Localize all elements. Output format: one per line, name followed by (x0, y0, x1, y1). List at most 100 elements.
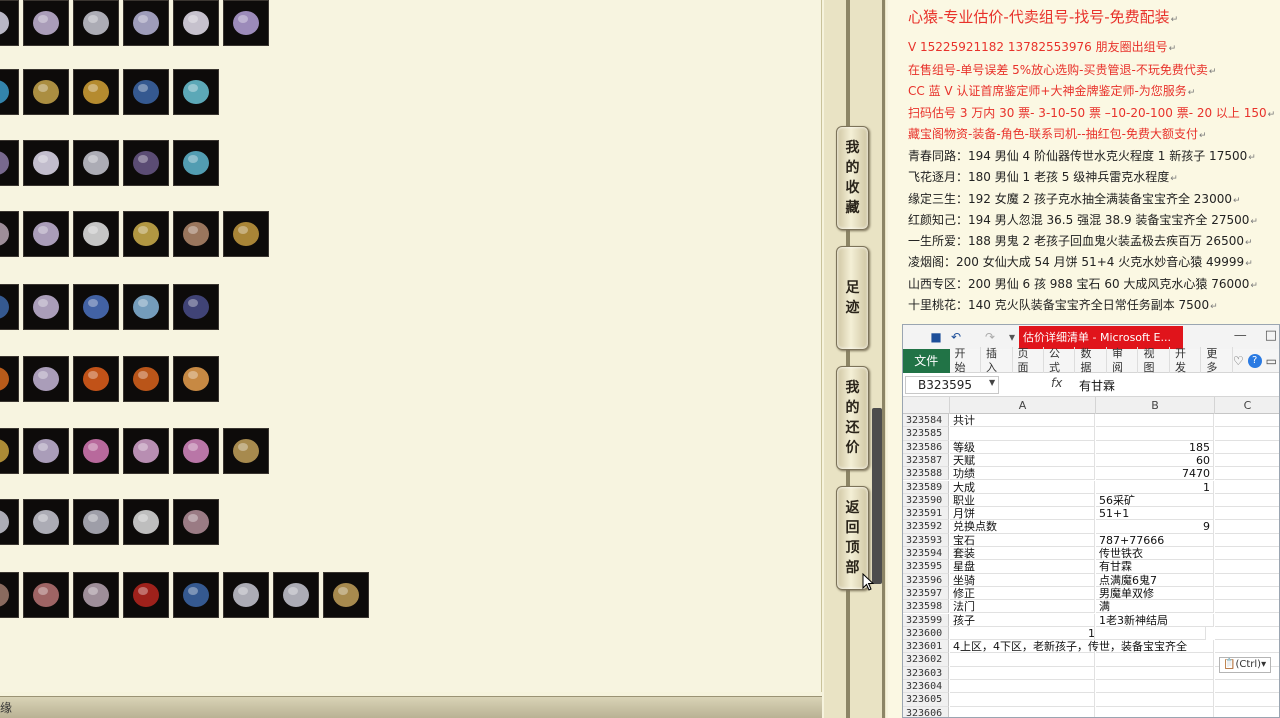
row-header[interactable]: 323591 (903, 507, 949, 521)
cell-b[interactable]: 1 (1088, 626, 1206, 641)
row-header[interactable]: 323588 (903, 467, 949, 481)
gem-icon[interactable] (223, 0, 269, 46)
ring-icon[interactable] (23, 499, 69, 545)
row-header[interactable]: 323603 (903, 666, 949, 680)
cell-c[interactable] (1215, 707, 1279, 717)
bowl-icon[interactable] (73, 69, 119, 115)
cell-c[interactable] (1215, 680, 1279, 694)
ring-icon[interactable] (273, 572, 319, 618)
minimize-icon[interactable]: — (1234, 328, 1247, 343)
veil-icon[interactable] (23, 140, 69, 186)
cell-c[interactable] (1215, 427, 1279, 441)
cell-b[interactable] (1096, 640, 1214, 654)
cell-b[interactable]: 7470 (1096, 467, 1214, 481)
necklace-icon[interactable] (73, 572, 119, 618)
flame-mask-icon[interactable] (73, 356, 119, 402)
cell-a[interactable]: 大成 (950, 480, 1095, 494)
cell-b[interactable]: 787+77666 (1096, 533, 1214, 547)
cell-c[interactable] (1215, 614, 1279, 627)
cell-a[interactable]: 月饼 (950, 507, 1095, 521)
cell-a[interactable] (950, 427, 1095, 441)
chain-icon[interactable] (223, 428, 269, 474)
cell-c[interactable] (1215, 600, 1279, 614)
cell-b[interactable]: 有甘霖 (1096, 560, 1214, 574)
fx-icon[interactable]: fx (1051, 376, 1062, 390)
row-header[interactable]: 323596 (903, 573, 949, 587)
gold-icon[interactable] (0, 428, 19, 474)
cell-a[interactable]: 职业 (950, 493, 1095, 508)
ribbon-tab[interactable]: 视图 (1138, 346, 1170, 375)
cell-a[interactable]: 孩子 (950, 613, 1095, 627)
ribbon-tab[interactable]: 页面 (1013, 346, 1044, 375)
cell-a[interactable]: 套装 (950, 547, 1095, 561)
beads-icon[interactable] (73, 211, 119, 257)
cell-a[interactable]: 修正 (950, 586, 1095, 601)
cape-icon[interactable] (123, 140, 169, 186)
cell-c[interactable] (1215, 494, 1279, 508)
ribbon-tab[interactable]: 开发 (1170, 346, 1202, 375)
ribbon-tab[interactable]: 开始 (950, 346, 982, 375)
ribbon-tab[interactable]: 更多 (1201, 346, 1233, 375)
mantle-icon[interactable] (173, 211, 219, 257)
cell-a[interactable]: 共计 (950, 414, 1095, 428)
collapse-ribbon-icon[interactable]: ▭ (1266, 354, 1277, 368)
cell-a[interactable] (950, 680, 1095, 694)
cell-b[interactable]: 9 (1096, 520, 1214, 534)
cell-b[interactable]: 传世铁衣 (1096, 547, 1214, 561)
cell-c[interactable] (1215, 414, 1279, 428)
column-header[interactable]: C (1215, 397, 1279, 414)
row-header[interactable]: 323587 (903, 453, 949, 468)
helm-icon[interactable] (0, 572, 19, 618)
ring-icon[interactable] (73, 140, 119, 186)
row-header[interactable]: 323604 (903, 680, 949, 694)
fire-icon[interactable] (0, 356, 19, 402)
chevron-down-icon[interactable]: ▼ (989, 378, 995, 387)
name-box[interactable]: B323595 (905, 376, 999, 394)
row-header[interactable]: 323606 (903, 706, 949, 717)
armor-icon[interactable] (173, 572, 219, 618)
save-icon[interactable]: ■ (929, 330, 943, 344)
row-header[interactable]: 323590 (903, 493, 949, 508)
robe-icon[interactable] (23, 356, 69, 402)
mask-icon[interactable] (173, 69, 219, 115)
cell-b[interactable] (1096, 653, 1214, 667)
row-header[interactable]: 323602 (903, 653, 949, 667)
bracer-icon[interactable] (173, 499, 219, 545)
crest-icon[interactable] (23, 69, 69, 115)
ribbon-tab[interactable]: 插入 (981, 346, 1013, 375)
row-header[interactable]: 323599 (903, 613, 949, 627)
side-btn-favorites[interactable]: 我 的 收 藏 (836, 126, 869, 230)
cell-a[interactable] (950, 626, 1095, 641)
row-header[interactable]: 323600 (903, 626, 949, 641)
robe-icon[interactable] (23, 211, 69, 257)
side-btn-history[interactable]: 足 迹 (836, 246, 869, 350)
cell-a[interactable]: 等级 (950, 440, 1095, 454)
cell-a[interactable]: 兑换点数 (950, 520, 1095, 534)
cell-b[interactable]: 点满魔6鬼7 (1096, 573, 1214, 587)
pumpkin-icon[interactable] (123, 356, 169, 402)
scrollbar-thumb[interactable] (872, 408, 882, 584)
cell-a[interactable] (950, 653, 1095, 667)
cell-a[interactable] (950, 666, 1095, 680)
undo-icon[interactable]: ↶ (949, 330, 963, 344)
amulet-icon[interactable] (223, 211, 269, 257)
armor-icon[interactable] (123, 69, 169, 115)
cell-b[interactable] (1096, 680, 1214, 694)
ring-icon[interactable] (73, 0, 119, 46)
row-header[interactable]: 323585 (903, 427, 949, 441)
cell-a[interactable]: 功绩 (950, 467, 1095, 481)
row-header[interactable]: 323597 (903, 586, 949, 601)
cell-b[interactable] (1096, 427, 1214, 441)
robe-icon[interactable] (23, 284, 69, 330)
ribbon-file-tab[interactable]: 文件 (903, 348, 950, 373)
cell-c[interactable] (1215, 547, 1279, 561)
ring-icon[interactable] (223, 572, 269, 618)
maximize-icon[interactable]: □ (1265, 328, 1277, 343)
staff-icon[interactable] (173, 140, 219, 186)
tassel-icon[interactable] (173, 0, 219, 46)
ribbon-tab[interactable]: 审阅 (1107, 346, 1139, 375)
cell-c[interactable] (1215, 574, 1279, 587)
dress-icon[interactable] (123, 428, 169, 474)
hoop-icon[interactable] (123, 284, 169, 330)
row-header[interactable]: 323594 (903, 547, 949, 561)
